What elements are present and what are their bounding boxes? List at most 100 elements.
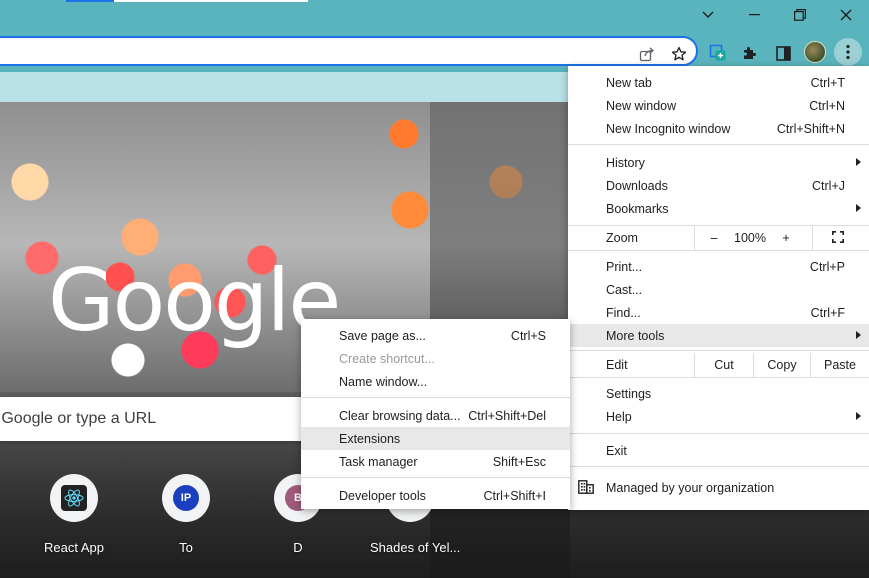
menu-item-shortcut: Ctrl+Shift+Del [468, 408, 546, 423]
menu-item-new-window[interactable]: New window Ctrl+N [568, 94, 869, 117]
screen-capture-icon[interactable] [706, 41, 730, 65]
menu-item-label: Help [606, 409, 632, 424]
share-icon[interactable] [638, 45, 656, 63]
more-tools-submenu: Save page as... Ctrl+S Create shortcut..… [301, 319, 570, 509]
menu-item-shortcut: Ctrl+S [510, 328, 546, 343]
close-window-button[interactable] [823, 0, 869, 30]
star-icon[interactable] [670, 45, 688, 63]
zoom-row: Zoom – 100% + [568, 226, 869, 250]
menu-item-shortcut: Ctrl+J [812, 178, 845, 193]
fullscreen-icon [832, 230, 844, 246]
menu-item-downloads[interactable]: Downloads Ctrl+J [568, 174, 869, 197]
menu-item-help[interactable]: Help [568, 405, 869, 428]
menu-item-developer-tools[interactable]: Developer tools Ctrl+Shift+I [301, 484, 570, 507]
zoom-divider [694, 226, 695, 250]
menu-item-label: Developer tools [339, 488, 426, 503]
zoom-level: 100% [734, 231, 766, 245]
more-vert-icon[interactable] [834, 38, 862, 66]
shortcut-label: D [293, 540, 303, 555]
menu-item-label: Clear browsing data... [339, 408, 461, 423]
menu-item-label: Create shortcut... [339, 351, 435, 366]
menu-separator [568, 377, 869, 378]
profile-avatar[interactable] [804, 41, 826, 63]
zoom-label: Zoom [606, 231, 638, 245]
menu-item-history[interactable]: History [568, 151, 869, 174]
edit-row: Edit Cut Copy Paste [568, 353, 869, 377]
tab-strip-edge [114, 0, 308, 2]
menu-item-label: Extensions [339, 431, 401, 446]
menu-separator [301, 397, 570, 398]
menu-item-find[interactable]: Find... Ctrl+F [568, 301, 869, 324]
managed-by-organization[interactable]: Managed by your organization [568, 476, 869, 499]
copy-button[interactable]: Copy [754, 353, 810, 377]
menu-item-label: Find... [606, 305, 641, 320]
building-icon [578, 480, 594, 497]
menu-item-label: Print... [606, 259, 643, 274]
shortcut-icon [50, 474, 98, 522]
menu-item-shortcut: Ctrl+F [810, 305, 845, 320]
menu-item-shortcut: Ctrl+T [810, 75, 845, 90]
fullscreen-button[interactable] [828, 226, 848, 250]
shortcut-to[interactable]: IP To [146, 474, 226, 555]
zoom-out-button[interactable]: – [704, 226, 724, 250]
paste-button[interactable]: Paste [811, 353, 869, 377]
menu-item-extensions[interactable]: Extensions [301, 427, 570, 450]
menu-item-create-shortcut[interactable]: Create shortcut... [301, 347, 570, 370]
address-bar[interactable] [0, 36, 698, 66]
active-tab-indicator [66, 0, 114, 2]
menu-item-clear-browsing-data[interactable]: Clear browsing data... Ctrl+Shift+Del [301, 404, 570, 427]
menu-item-cast[interactable]: Cast... [568, 278, 869, 301]
menu-item-label: Save page as... [339, 328, 426, 343]
minimize-button[interactable] [731, 0, 777, 30]
menu-item-label: Cast... [606, 282, 643, 297]
menu-item-label: Downloads [606, 178, 668, 193]
menu-item-shortcut: Ctrl+Shift+N [776, 121, 845, 136]
chevron-down-icon [702, 11, 714, 19]
react-icon [61, 485, 87, 511]
menu-item-exit[interactable]: Exit [568, 439, 869, 462]
menu-item-bookmarks[interactable]: Bookmarks [568, 197, 869, 220]
menu-item-settings[interactable]: Settings [568, 382, 869, 405]
menu-item-shortcut: Ctrl+N [809, 98, 845, 113]
shortcut-icon: IP [162, 474, 210, 522]
restore-button[interactable] [777, 0, 823, 30]
shortcut-react-app[interactable]: React App [34, 474, 114, 555]
menu-item-task-manager[interactable]: Task manager Shift+Esc [301, 450, 570, 473]
tab-search-button[interactable] [685, 0, 731, 30]
zoom-divider [812, 226, 813, 250]
zoom-in-button[interactable]: + [776, 226, 796, 250]
cut-button[interactable]: Cut [695, 353, 753, 377]
menu-item-label: New Incognito window [606, 121, 731, 136]
menu-item-new-tab[interactable]: New tab Ctrl+T [568, 71, 869, 94]
google-logo: Google [48, 251, 341, 351]
extensions-puzzle-icon[interactable] [738, 41, 762, 65]
menu-separator [568, 466, 869, 467]
search-placeholder: h Google or type a URL [0, 410, 157, 427]
menu-item-save-page-as[interactable]: Save page as... Ctrl+S [301, 324, 570, 347]
menu-item-new-incognito-window[interactable]: New Incognito window Ctrl+Shift+N [568, 117, 869, 140]
menu-separator [568, 433, 869, 434]
menu-item-label: Settings [606, 386, 652, 401]
menu-item-more-tools[interactable]: More tools [568, 324, 869, 347]
edit-label: Edit [606, 358, 628, 372]
menu-item-label: Bookmarks [606, 201, 669, 216]
menu-separator [568, 250, 869, 251]
menu-item-label: Name window... [339, 374, 428, 389]
menu-item-label: Managed by your organization [606, 480, 775, 495]
chrome-main-menu: New tab Ctrl+T New window Ctrl+N New Inc… [568, 66, 869, 510]
submenu-arrow-icon [856, 331, 861, 339]
shortcut-label: To [179, 540, 193, 555]
shortcut-label: React App [44, 540, 104, 555]
minimize-icon [748, 14, 760, 16]
menu-separator [568, 144, 869, 145]
menu-item-shortcut: Ctrl+Shift+I [483, 488, 546, 503]
submenu-arrow-icon [856, 412, 861, 420]
menu-item-name-window[interactable]: Name window... [301, 370, 570, 393]
menu-item-label: New window [606, 98, 677, 113]
side-panel-icon[interactable] [771, 41, 795, 65]
shortcut-label: Shades of Yel... [370, 540, 461, 555]
submenu-arrow-icon [856, 204, 861, 212]
menu-separator [568, 350, 869, 351]
menu-item-print[interactable]: Print... Ctrl+P [568, 255, 869, 278]
restore-icon [794, 9, 806, 21]
